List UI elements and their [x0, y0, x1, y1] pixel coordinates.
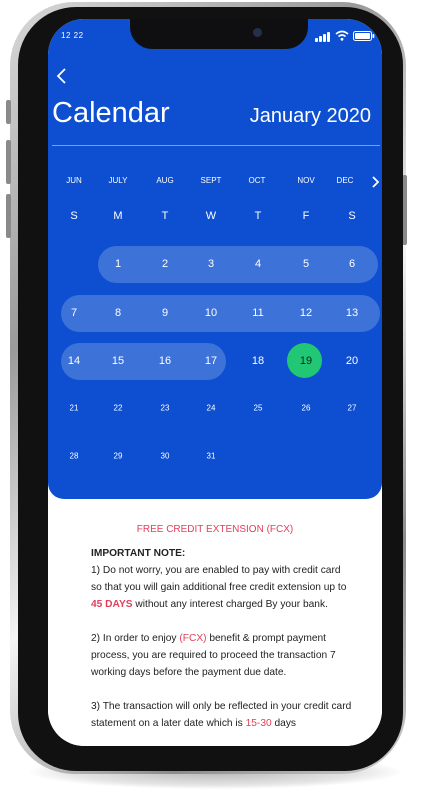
- weekday-mon: M: [113, 210, 123, 222]
- calendar-day[interactable]: 29: [114, 452, 123, 461]
- note-text: days: [271, 718, 297, 729]
- calendar-header: 12 22 Calendar January 2020 JUN JULY AUG…: [48, 19, 382, 499]
- month-selector: JUN JULY AUG SEPT OCT NOV DEC: [48, 176, 382, 190]
- week-range-highlight: [61, 343, 226, 380]
- volume-down-button: [6, 194, 11, 238]
- mute-switch: [6, 100, 11, 124]
- calendar-day[interactable]: 28: [70, 452, 79, 461]
- calendar-day[interactable]: 1: [115, 258, 121, 270]
- calendar-day[interactable]: 12: [300, 307, 312, 319]
- note-title: IMPORTANT NOTE:: [91, 548, 186, 559]
- weekday-wed: W: [205, 210, 217, 222]
- calendar-day[interactable]: 26: [302, 404, 311, 413]
- calendar-day[interactable]: 8: [115, 307, 121, 319]
- calendar-day[interactable]: 11: [252, 307, 263, 319]
- calendar-day-selected[interactable]: 19: [300, 355, 312, 367]
- note-text: 1) Do not worry, you are enabled to pay …: [91, 565, 347, 593]
- calendar-day[interactable]: 27: [348, 404, 357, 413]
- weekday-sun: S: [70, 210, 78, 222]
- battery-icon: [353, 31, 375, 41]
- weekday-fri: F: [302, 210, 310, 222]
- week-range-highlight: [61, 295, 380, 332]
- calendar-day[interactable]: 21: [70, 404, 79, 413]
- calendar-day[interactable]: 22: [114, 404, 123, 413]
- month-aug[interactable]: AUG: [156, 176, 173, 185]
- status-time: 12 22: [61, 31, 84, 40]
- note-paragraph-2: 2) In order to enjoy (FCX) benefit & pro…: [91, 630, 353, 681]
- screen: 12 22 Calendar January 2020 JUN JULY AUG…: [48, 19, 382, 746]
- calendar-day[interactable]: 16: [159, 355, 171, 367]
- highlight-fcx: (FCX): [179, 633, 207, 644]
- calendar-day[interactable]: 13: [346, 307, 358, 319]
- calendar-day[interactable]: 15: [112, 355, 124, 367]
- week-range-highlight: [98, 246, 378, 283]
- calendar-day[interactable]: 9: [162, 307, 168, 319]
- fcx-heading: FREE CREDIT EXTENSION (FCX): [136, 524, 294, 535]
- camera-icon: [253, 28, 262, 37]
- month-sept[interactable]: SEPT: [201, 176, 222, 185]
- weekday-sat: S: [348, 210, 356, 222]
- page-title: Calendar: [52, 97, 170, 129]
- calendar-day[interactable]: 7: [71, 307, 77, 319]
- note-text: without any interest charged By your ban…: [132, 599, 328, 610]
- weekday-thu: T: [254, 210, 262, 222]
- highlight-15-30: 15-30: [245, 718, 272, 729]
- note-paragraph-1: 1) Do not worry, you are enabled to pay …: [91, 562, 353, 613]
- month-oct[interactable]: OCT: [249, 176, 266, 185]
- calendar-day[interactable]: 6: [349, 258, 355, 270]
- calendar-day[interactable]: 17: [205, 355, 217, 367]
- month-dec[interactable]: DEC: [337, 176, 354, 185]
- header-divider: [52, 145, 380, 146]
- weekday-tue: T: [161, 210, 169, 222]
- calendar-day[interactable]: 14: [68, 355, 80, 367]
- status-icons: [315, 30, 375, 42]
- note-text: 2) In order to enjoy: [91, 633, 180, 644]
- calendar-day[interactable]: 25: [254, 404, 263, 413]
- highlight-45-days: 45 DAYS: [91, 599, 133, 610]
- calendar-day[interactable]: 24: [207, 404, 216, 413]
- important-note: IMPORTANT NOTE: 1) Do not worry, you are…: [91, 545, 353, 746]
- phone-notch: [130, 19, 308, 49]
- calendar-day[interactable]: 10: [205, 307, 217, 319]
- calendar-day[interactable]: 3: [208, 258, 214, 270]
- month-jun[interactable]: JUN: [66, 176, 82, 185]
- month-july[interactable]: JULY: [109, 176, 128, 185]
- wifi-icon: [335, 30, 349, 41]
- note-text: 3) The transaction will only be reflecte…: [91, 701, 352, 729]
- note-paragraph-3: 3) The transaction will only be reflecte…: [91, 698, 353, 732]
- calendar-day[interactable]: 2: [162, 258, 168, 270]
- calendar-day[interactable]: 18: [252, 355, 264, 367]
- chevron-right-icon[interactable]: [370, 175, 380, 189]
- calendar-day[interactable]: 30: [161, 452, 170, 461]
- volume-up-button: [6, 140, 11, 184]
- calendar-day[interactable]: 20: [346, 355, 358, 367]
- back-arrow-icon[interactable]: [54, 65, 72, 87]
- month-nov[interactable]: NOV: [297, 176, 314, 185]
- calendar-day[interactable]: 5: [303, 258, 309, 270]
- calendar-day[interactable]: 23: [161, 404, 170, 413]
- calendar-day[interactable]: 4: [255, 258, 261, 270]
- calendar-day[interactable]: 31: [207, 452, 216, 461]
- month-year-label[interactable]: January 2020: [250, 105, 371, 128]
